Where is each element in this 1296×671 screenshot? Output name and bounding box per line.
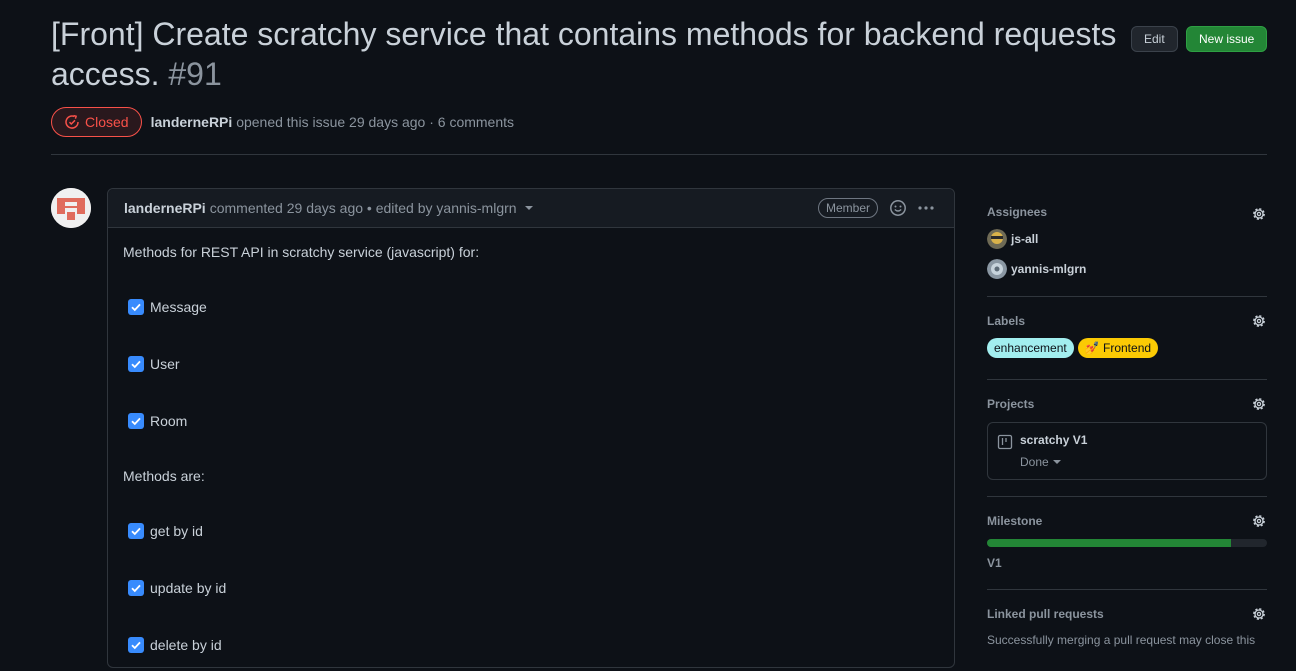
task-checkbox[interactable] [128,637,144,653]
issue-number: #91 [168,56,222,92]
sidebar-divider [987,496,1267,497]
comment-intro: Methods for REST API in scratchy service… [123,244,480,260]
task-item: Room [123,411,939,431]
task-checkbox[interactable] [128,356,144,372]
task-label: Message [150,299,207,315]
comment-header: landerneRPi commented 29 days ago • edit… [108,189,954,228]
new-issue-button[interactable]: New issue [1186,26,1268,52]
comment-author-link[interactable]: landerneRPi [124,200,206,216]
milestone-name-link[interactable]: V1 [987,556,1002,570]
check-icon [131,584,141,593]
status-label: Closed [85,114,129,130]
gear-icon[interactable] [1251,513,1267,529]
project-board-icon [997,434,1013,450]
check-icon [131,360,141,369]
task-checkbox[interactable] [128,580,144,596]
assignee-item[interactable]: yannis-mlgrn [987,259,1086,279]
chevron-down-icon [1052,460,1061,464]
task-label: Room [150,413,188,429]
gear-icon[interactable] [1251,606,1267,622]
labels-title[interactable]: Labels [987,314,1025,328]
task-checkbox[interactable] [128,523,144,539]
assignee-name: yannis-mlgrn [1011,262,1087,276]
task-item: update by id [123,578,939,598]
issue-author-link[interactable]: landerneRPi [151,114,233,130]
task-label: delete by id [150,637,222,653]
check-icon [131,527,141,536]
milestone-title[interactable]: Milestone [987,514,1042,528]
sidebar-divider [987,589,1267,590]
issue-meta: landerneRPi opened this issue 29 days ag… [151,114,514,130]
linked-prs-title[interactable]: Linked pull requests [987,607,1104,621]
comment-body: Methods for REST API in scratchy service… [108,228,954,671]
issue-title: [Front] Create scratchy service that con… [51,14,1121,94]
gear-icon[interactable] [1251,396,1267,412]
assignee-name: js-all [1011,232,1039,246]
comment-meta: commented 29 days ago • edited by yannis… [209,200,517,216]
issue-closed-icon [65,114,79,129]
issue-comment: landerneRPi commented 29 days ago • edit… [107,188,955,668]
label-frontend[interactable]: 💅 Frontend [1077,338,1159,358]
task-item: get by id [123,521,939,541]
role-badge: Member [817,198,878,218]
task-checkbox[interactable] [128,299,144,315]
task-label: User [150,356,180,372]
assignee-item[interactable]: js-all [987,229,1038,249]
linked-prs-text: Successfully merging a pull request may … [987,633,1256,647]
issue-opened-text: opened this issue 29 days ago · 6 commen… [236,114,515,130]
smiley-icon[interactable] [889,199,907,217]
edit-history-dropdown[interactable] [524,206,533,210]
task-item: delete by id [123,635,939,655]
project-status-dropdown[interactable]: Done [1020,455,1061,469]
sidebar-divider [987,379,1267,380]
task-label: get by id [150,523,203,539]
gear-icon[interactable] [1251,206,1267,222]
project-status-label: Done [1020,455,1049,469]
task-item: Message [123,297,939,317]
issue-state-row: Closed landerneRPi opened this issue 29 … [51,106,514,138]
check-icon [131,303,141,312]
milestone-progress-fill [987,539,1231,547]
gear-icon[interactable] [1251,313,1267,329]
project-card: scratchy V1 Done [987,422,1267,480]
methods-heading: Methods are: [123,468,205,484]
header-divider [51,154,1267,155]
task-checkbox[interactable] [128,413,144,429]
check-icon [131,417,141,426]
label-enhancement[interactable]: enhancement [987,338,1074,358]
labels-list: enhancement 💅 Frontend [987,338,1159,358]
avatar[interactable] [51,188,91,228]
project-name-link[interactable]: scratchy V1 [1020,433,1087,447]
projects-title[interactable]: Projects [987,397,1034,411]
assignees-title[interactable]: Assignees [987,205,1047,219]
kebab-menu-icon[interactable] [917,199,935,217]
status-badge: Closed [51,107,142,137]
milestone-progress-bar [987,539,1267,547]
user-avatar [987,229,1007,249]
identicon-avatar-icon [51,188,91,228]
edit-button[interactable]: Edit [1131,26,1178,52]
user-avatar [987,259,1007,279]
task-item: User [123,354,939,374]
check-icon [131,641,141,650]
task-label: update by id [150,580,227,596]
sidebar-divider [987,296,1267,297]
